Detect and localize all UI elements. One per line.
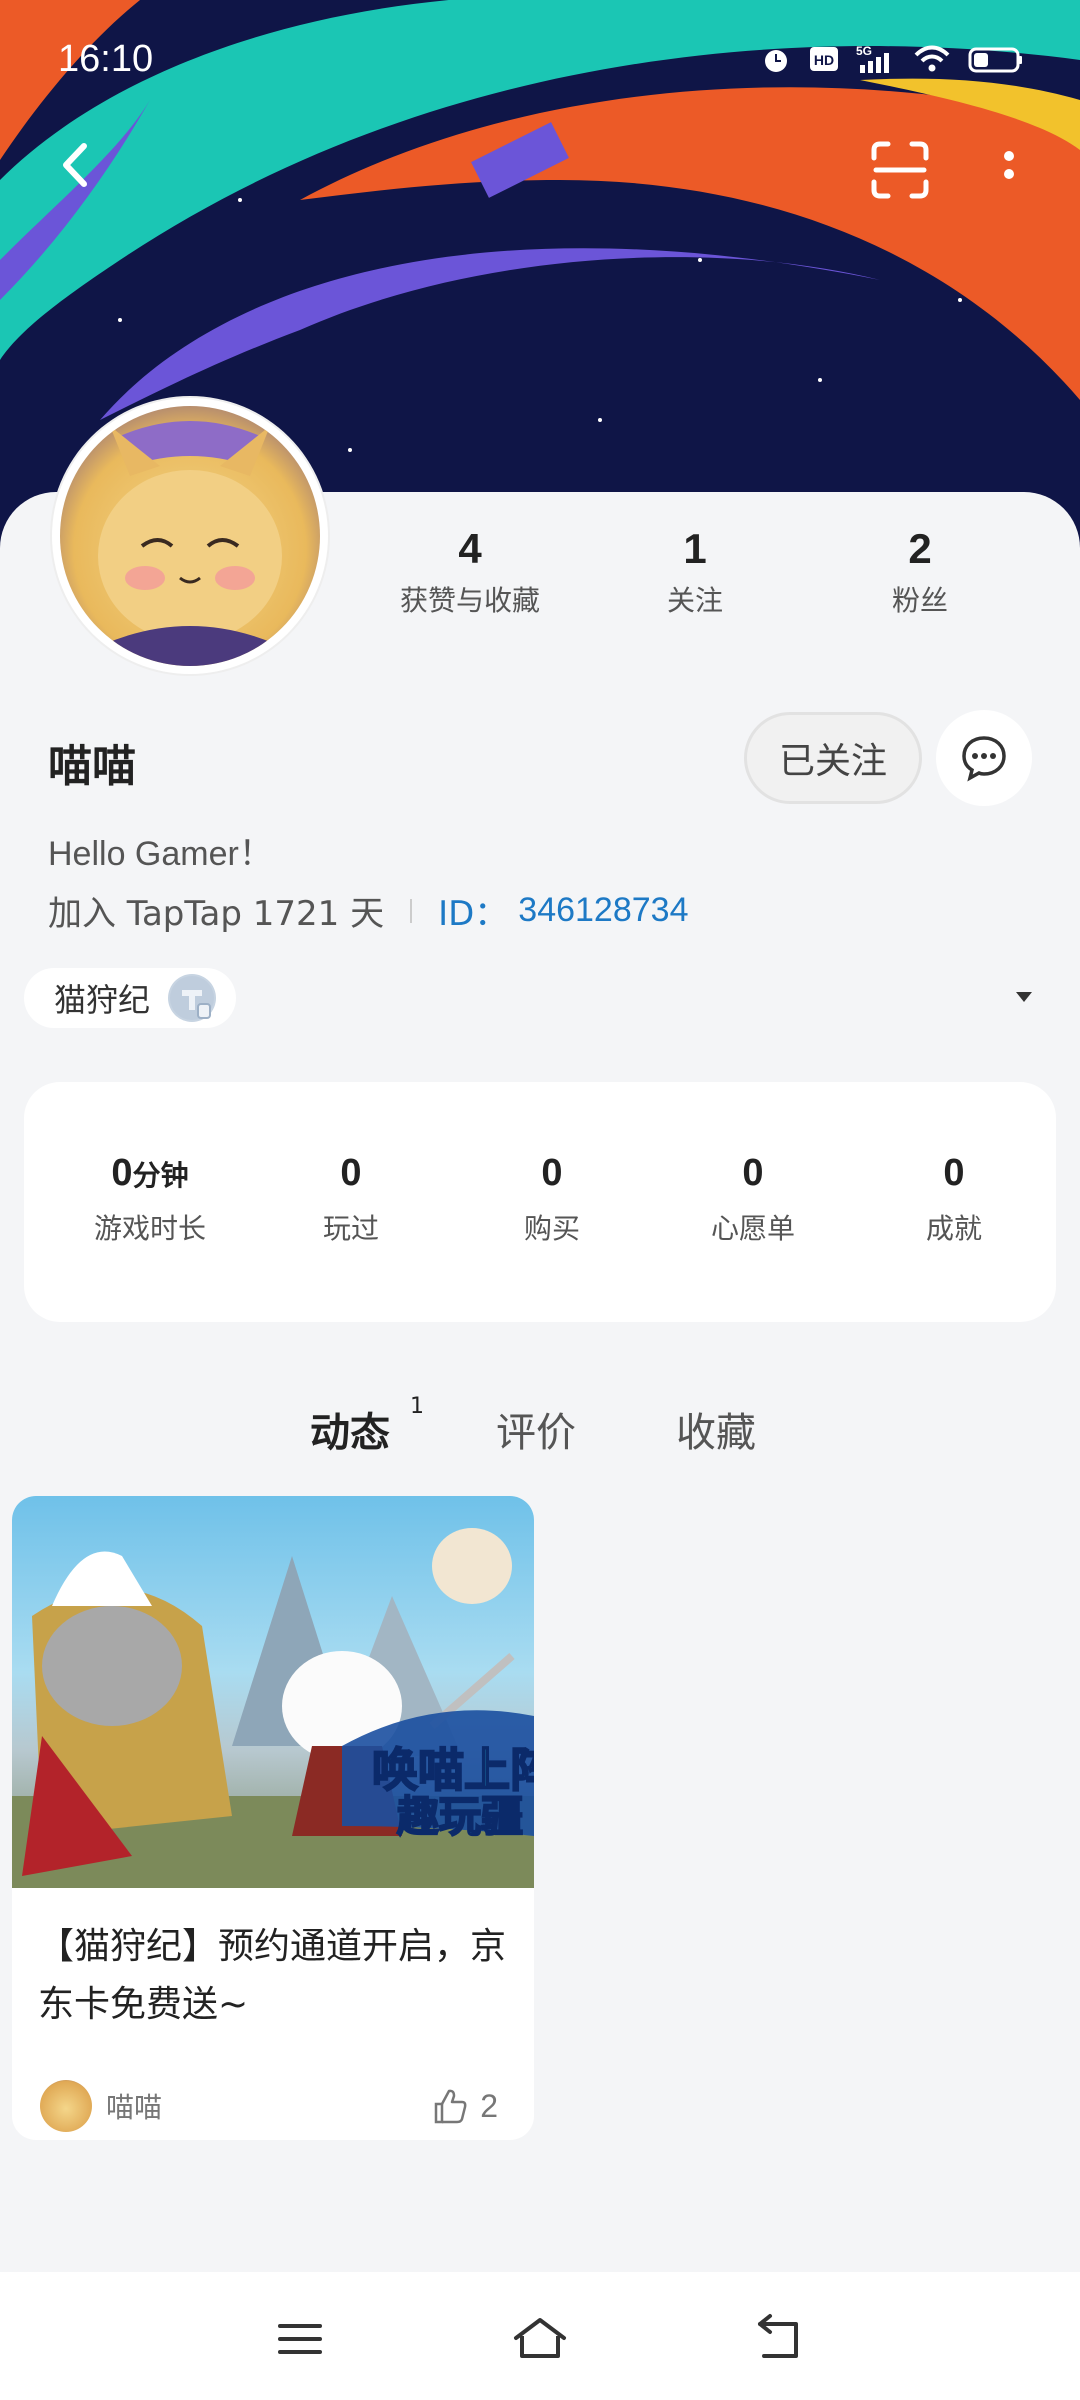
5g-signal-icon: 5G xyxy=(856,40,896,84)
stat-playtime-label: 游戏时长 xyxy=(93,1212,206,1245)
system-nav-bar xyxy=(0,2272,1080,2400)
stat-following-label: 关注 xyxy=(666,584,723,617)
battery-icon xyxy=(968,40,1024,84)
tab-activity[interactable]: 动态 xyxy=(310,1400,406,1462)
status-icons: HD 5G xyxy=(760,40,1024,84)
like-count: 2 xyxy=(480,2087,498,2124)
stat-played-value: 0 xyxy=(340,1152,362,1194)
stat-achievements-value: 0 xyxy=(943,1152,965,1194)
stat-wishlist-label: 心愿单 xyxy=(710,1212,795,1245)
stat-achievements-label: 成就 xyxy=(925,1212,982,1245)
tab-reviews[interactable]: 评价 xyxy=(496,1400,576,1458)
tab-activity-badge: 1 xyxy=(410,1394,424,1419)
user-id-label: ID： xyxy=(438,894,509,934)
cat-avatar-icon xyxy=(98,421,282,666)
status-bar: 16:10 HD 5G xyxy=(0,0,1080,120)
wifi-icon xyxy=(912,40,952,84)
stat-achievements[interactable]: 0 成就 xyxy=(854,1152,1054,1247)
user-id-value[interactable]: 346128734 xyxy=(518,891,688,930)
game-artwork-image: 唤喵上阵 趣玩疆 xyxy=(12,1528,534,1888)
scan-icon xyxy=(871,141,929,199)
stat-playtime[interactable]: 0分钟 游戏时长 xyxy=(50,1152,250,1247)
post-image: 唤喵上阵 趣玩疆 xyxy=(12,1496,534,1888)
game-chip-label: 猫狩纪 xyxy=(54,981,151,1019)
chat-bubble-icon xyxy=(962,736,1006,782)
avatar[interactable] xyxy=(52,398,328,674)
stat-followers-label: 粉丝 xyxy=(891,584,948,617)
back-icon xyxy=(758,2314,798,2358)
stat-likes-value: 4 xyxy=(458,525,482,572)
stat-played-label: 玩过 xyxy=(322,1212,379,1245)
more-vertical-icon xyxy=(1004,151,1014,179)
profile-meta: 加入 TapTap 1721 天 ID： 346128734 xyxy=(48,886,688,935)
scan-button[interactable] xyxy=(862,132,938,208)
stat-following[interactable]: 1 关注 xyxy=(585,525,805,619)
home-icon xyxy=(514,2318,566,2358)
message-button[interactable] xyxy=(936,710,1032,806)
username: 喵喵 xyxy=(48,741,136,792)
following-button[interactable]: 已关注 xyxy=(744,712,922,804)
more-options-button[interactable] xyxy=(984,132,1034,208)
profile-bio: Hello Gamer！ xyxy=(48,835,273,873)
system-back-button[interactable] xyxy=(750,2312,810,2366)
stat-likes[interactable]: 4 获赞与收藏 xyxy=(360,525,580,619)
avatar-image xyxy=(60,406,320,666)
like-button[interactable]: 2 xyxy=(430,2086,498,2126)
game-chip[interactable]: 猫狩纪 xyxy=(24,968,237,1028)
join-days: 加入 TapTap 1721 天 xyxy=(48,894,385,934)
back-arrow-icon xyxy=(63,143,87,187)
status-time: 16:10 xyxy=(58,38,154,80)
svg-text:5G: 5G xyxy=(856,44,872,58)
author-avatar xyxy=(40,2080,92,2132)
svg-text:趣玩疆: 趣玩疆 xyxy=(397,1792,523,1841)
stat-wishlist-value: 0 xyxy=(742,1152,764,1194)
back-button[interactable] xyxy=(44,130,114,200)
menu-icon xyxy=(278,2324,322,2354)
alarm-icon xyxy=(760,40,792,84)
recent-apps-button[interactable] xyxy=(270,2312,330,2366)
stat-following-value: 1 xyxy=(683,525,707,572)
meta-divider xyxy=(410,898,413,923)
thumbs-up-icon xyxy=(434,2089,467,2124)
svg-text:HD: HD xyxy=(814,52,834,68)
chevron-down-icon[interactable] xyxy=(1012,986,1036,1006)
game-stats-card: 0分钟 游戏时长 0 玩过 0 购买 0 心愿单 0 成就 xyxy=(24,1082,1056,1322)
post-title: 【猫狩纪】预约通道开启，京东卡免费送~ xyxy=(38,1926,507,2025)
stat-likes-label: 获赞与收藏 xyxy=(399,584,540,617)
tab-activity-label: 动态 xyxy=(310,1410,390,1456)
stat-purchased-value: 0 xyxy=(541,1152,563,1194)
stat-played[interactable]: 0 玩过 xyxy=(251,1152,451,1247)
stat-wishlist[interactable]: 0 心愿单 xyxy=(653,1152,853,1247)
stat-followers-value: 2 xyxy=(908,525,932,572)
svg-text:唤喵上阵: 唤喵上阵 xyxy=(372,1743,534,1797)
stat-playtime-value: 0分钟 xyxy=(111,1152,189,1194)
content-tabs: 动态 1 评价 收藏 xyxy=(0,1394,1080,1470)
post-author[interactable]: 喵喵 xyxy=(40,2080,162,2132)
hd-icon: HD xyxy=(808,40,840,84)
tab-favorites[interactable]: 收藏 xyxy=(676,1400,756,1458)
home-button[interactable] xyxy=(510,2312,570,2366)
game-badge-icon xyxy=(168,974,217,1022)
stat-purchased-label: 购买 xyxy=(523,1212,580,1245)
post-card[interactable]: 唤喵上阵 趣玩疆 【猫狩纪】预约通道开启，京东卡免费送~ 喵喵 2 xyxy=(12,1496,534,2140)
stat-purchased[interactable]: 0 购买 xyxy=(452,1152,652,1247)
stat-followers[interactable]: 2 粉丝 xyxy=(810,525,1030,619)
profile-stats: 4 获赞与收藏 1 关注 2 粉丝 xyxy=(360,525,1060,635)
author-name: 喵喵 xyxy=(106,2091,163,2124)
